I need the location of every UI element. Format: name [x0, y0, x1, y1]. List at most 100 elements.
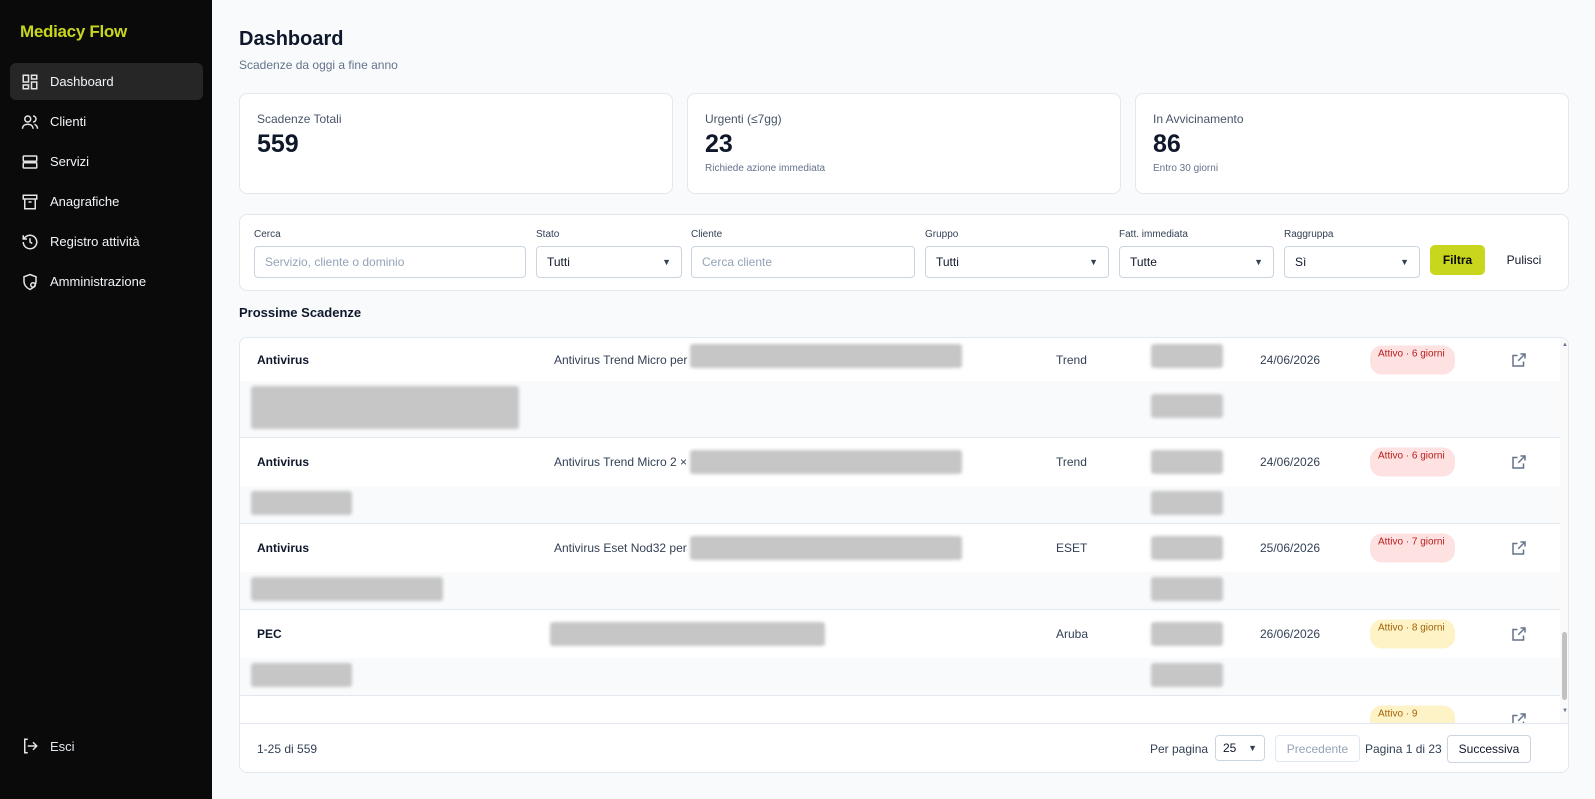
service-type: Antivirus: [257, 352, 310, 367]
status-badge: Attivo · 8 giorni: [1370, 619, 1455, 649]
deadlines-table: Antivirus Antivirus Trend Micro per Tren…: [239, 337, 1569, 773]
external-link-icon[interactable]: [1510, 539, 1528, 557]
archive-icon: [22, 194, 38, 209]
service-brand: ESET: [1056, 541, 1088, 555]
stat-label: In Avvicinamento: [1153, 112, 1244, 126]
redacted-text: [1151, 394, 1223, 418]
row-detail: [240, 658, 1560, 695]
expiry-date: 24/06/2026: [1260, 455, 1321, 469]
filter-label: Fatt. immediata: [1119, 229, 1188, 240]
row-detail: [240, 381, 1560, 437]
pagination-range: 1-25 di 559: [257, 742, 318, 756]
stat-value: 559: [257, 130, 299, 158]
logout-label: Esci: [50, 738, 75, 754]
cliente-input[interactable]: Cerca cliente: [691, 246, 915, 278]
redacted-text: [1151, 450, 1223, 474]
page-info: Pagina 1 di 23: [1365, 742, 1442, 756]
sidebar-item-anagrafiche[interactable]: Anagrafiche: [10, 183, 203, 220]
chevron-down-icon: ▼: [662, 257, 671, 267]
sidebar-item-label: Clienti: [50, 114, 87, 129]
filter-cliente: Cliente Cerca cliente: [691, 229, 915, 278]
filter-label: Cliente: [691, 229, 723, 240]
external-link-icon[interactable]: [1510, 453, 1528, 471]
sidebar-item-amministrazione[interactable]: Amministrazione: [10, 263, 203, 300]
scroll-thumb[interactable]: [1562, 632, 1567, 700]
sidebar-item-registro[interactable]: Registro attività: [10, 223, 203, 260]
redacted-text: [251, 491, 352, 515]
table-rows: Antivirus Antivirus Trend Micro per Tren…: [240, 338, 1560, 723]
service-description: Antivirus Trend Micro per: [554, 352, 688, 367]
redacted-text: [690, 536, 962, 560]
page-title: Dashboard: [239, 28, 344, 50]
expiry-date: 24/06/2026: [1260, 352, 1321, 367]
service-description: Antivirus Eset Nod32 per: [554, 541, 687, 555]
status-badge: Attivo · 7 giorni: [1370, 533, 1455, 563]
redacted-text: [690, 344, 962, 368]
chevron-down-icon: ▼: [1254, 257, 1263, 267]
redacted-text: [550, 622, 825, 646]
scroll-down-icon[interactable]: ▼: [1562, 708, 1568, 714]
sidebar-item-label: Registro attività: [50, 234, 140, 249]
filter-label: Gruppo: [925, 229, 959, 240]
filter-label: Raggruppa: [1284, 229, 1334, 240]
sidebar-item-servizi[interactable]: Servizi: [10, 143, 203, 180]
gruppo-select[interactable]: Tutti ▼: [925, 246, 1109, 278]
filter-label: Cerca: [254, 229, 281, 240]
users-icon: [21, 114, 39, 129]
sidebar-item-clienti[interactable]: Clienti: [10, 103, 203, 140]
status-badge: Attivo · 6 giorni: [1370, 447, 1455, 477]
redacted-text: [1151, 536, 1223, 560]
expiry-date: 26/06/2026: [1260, 627, 1321, 641]
filter-fatt: Fatt. immediata Tutte ▼: [1119, 229, 1274, 278]
service-type: Antivirus: [257, 455, 310, 469]
chevron-down-icon: ▼: [1400, 257, 1409, 267]
fatt-select[interactable]: Tutte ▼: [1119, 246, 1274, 278]
stat-label: Urgenti (≤7gg): [705, 112, 782, 126]
service-type: Antivirus: [257, 541, 310, 555]
external-link-icon[interactable]: [1510, 625, 1528, 643]
stat-value: 23: [705, 130, 733, 158]
stat-card-total: Scadenze Totali 559: [239, 93, 673, 194]
table-row[interactable]: Attivo · 9: [240, 696, 1560, 723]
search-input[interactable]: Servizio, cliente o dominio: [254, 246, 526, 278]
previous-button[interactable]: Precedente: [1275, 735, 1360, 762]
select-value: 25: [1223, 741, 1237, 755]
select-value: Sì: [1295, 255, 1307, 269]
logout-button[interactable]: Esci: [10, 728, 203, 764]
scroll-up-icon[interactable]: ▲: [1562, 342, 1568, 348]
status-badge: Attivo · 9: [1370, 705, 1455, 723]
clear-button[interactable]: Pulisci: [1496, 245, 1552, 275]
filter-gruppo: Gruppo Tutti ▼: [925, 229, 1109, 278]
filter-label: Stato: [536, 229, 560, 240]
stat-card-upcoming: In Avvicinamento 86 Entro 30 giorni: [1135, 93, 1569, 194]
filter-bar: Cerca Servizio, cliente o dominio Stato …: [239, 214, 1569, 291]
server-icon: [22, 154, 38, 169]
redacted-text: [1151, 344, 1223, 368]
external-link-icon[interactable]: [1510, 351, 1528, 369]
raggruppa-select[interactable]: Sì ▼: [1284, 246, 1420, 278]
row-detail: [240, 572, 1560, 609]
external-link-icon[interactable]: [1510, 711, 1528, 723]
stat-note: Entro 30 giorni: [1153, 163, 1219, 174]
filter-button[interactable]: Filtra: [1430, 245, 1485, 275]
select-value: Tutti: [936, 255, 959, 269]
sidebar-item-label: Servizi: [50, 154, 90, 169]
brand-logo: Mediacy Flow: [20, 22, 127, 41]
redacted-text: [1151, 663, 1223, 687]
stat-card-urgent: Urgenti (≤7gg) 23 Richiede azione immedi…: [687, 93, 1121, 194]
per-page-select[interactable]: 25 ▼: [1215, 735, 1265, 761]
per-page-label: Per pagina: [1150, 742, 1209, 756]
next-button[interactable]: Successiva: [1447, 735, 1531, 763]
redacted-text: [690, 450, 962, 474]
sidebar-nav: Dashboard Clienti Servizi Anagrafiche Re…: [10, 63, 203, 303]
stat-label: Scadenze Totali: [257, 112, 342, 126]
table-scrollbar[interactable]: ▲ ▼: [1560, 338, 1568, 723]
table-row[interactable]: PEC Aruba 26/06/2026 Attivo · 8 giorni: [240, 610, 1560, 658]
redacted-text: [251, 663, 352, 687]
row-detail: [240, 486, 1560, 523]
shield-gear-icon: [23, 273, 37, 290]
sidebar-item-label: Amministrazione: [50, 274, 147, 289]
stat-value: 86: [1153, 130, 1181, 158]
sidebar-item-dashboard[interactable]: Dashboard: [10, 63, 203, 100]
stato-select[interactable]: Tutti ▼: [536, 246, 682, 278]
